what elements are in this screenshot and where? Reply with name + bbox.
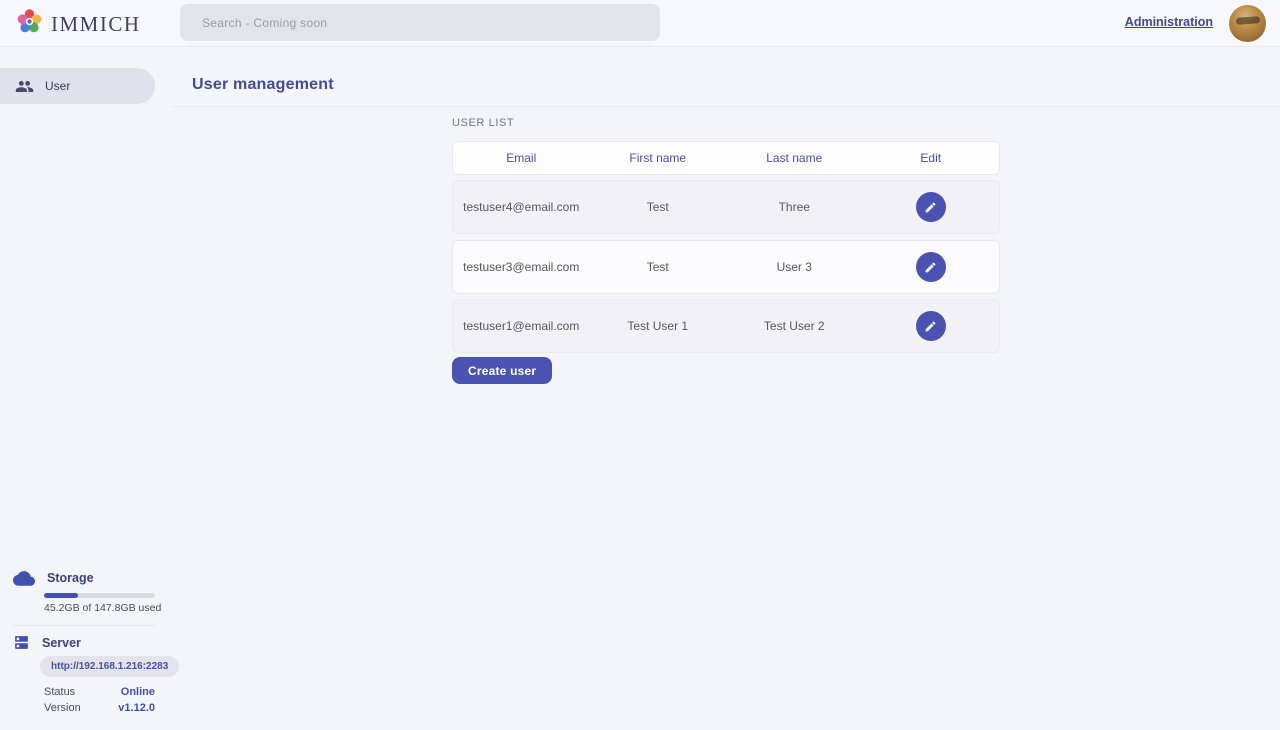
storage-usage-text: 45.2GB of 147.8GB used bbox=[44, 602, 161, 614]
people-icon bbox=[15, 77, 34, 96]
avatar[interactable] bbox=[1229, 5, 1266, 42]
version-label: Version bbox=[44, 702, 81, 714]
storage-progress-fill bbox=[44, 593, 78, 598]
status-value: Online bbox=[121, 686, 155, 698]
edit-user-button[interactable] bbox=[916, 252, 946, 282]
page-title: User management bbox=[192, 76, 334, 94]
immich-flower-icon bbox=[16, 8, 43, 40]
storage-title: Storage bbox=[47, 571, 94, 585]
cell-last-name: Three bbox=[726, 200, 863, 214]
cell-email: testuser1@email.com bbox=[453, 319, 590, 333]
cell-first-name: Test bbox=[590, 260, 727, 274]
header-divider bbox=[171, 106, 1280, 107]
pencil-icon bbox=[924, 320, 937, 333]
cell-last-name: User 3 bbox=[726, 260, 863, 274]
table-row: testuser4@email.com Test Three bbox=[452, 180, 1000, 234]
table-row: testuser1@email.com Test User 1 Test Use… bbox=[452, 299, 1000, 353]
user-list-label: USER LIST bbox=[452, 117, 514, 129]
dns-icon bbox=[13, 634, 30, 651]
column-header-email: Email bbox=[453, 151, 590, 165]
pencil-icon bbox=[924, 201, 937, 214]
cell-last-name: Test User 2 bbox=[726, 319, 863, 333]
cell-email: testuser3@email.com bbox=[453, 260, 590, 274]
status-label: Status bbox=[44, 686, 75, 698]
server-section: Server http://192.168.1.216:2283 Status … bbox=[0, 634, 171, 651]
server-title: Server bbox=[42, 636, 81, 650]
storage-section: Storage 45.2GB of 147.8GB used bbox=[0, 570, 171, 586]
column-header-last-name: Last name bbox=[726, 151, 863, 165]
table-header-row: Email First name Last name Edit bbox=[452, 141, 1000, 175]
create-user-button[interactable]: Create user bbox=[452, 357, 552, 384]
user-table: Email First name Last name Edit testuser… bbox=[452, 141, 1000, 353]
storage-progress-bar bbox=[44, 593, 155, 598]
cell-first-name: Test bbox=[590, 200, 727, 214]
column-header-first-name: First name bbox=[590, 151, 727, 165]
cell-first-name: Test User 1 bbox=[590, 319, 727, 333]
column-header-edit: Edit bbox=[863, 151, 1000, 165]
pencil-icon bbox=[924, 261, 937, 274]
version-value: v1.12.0 bbox=[118, 702, 155, 714]
sidebar-divider bbox=[13, 625, 155, 626]
edit-user-button[interactable] bbox=[916, 192, 946, 222]
top-nav: IMMICH Administration bbox=[0, 0, 1280, 47]
cell-email: testuser4@email.com bbox=[453, 200, 590, 214]
administration-link[interactable]: Administration bbox=[1125, 15, 1213, 29]
cloud-icon bbox=[13, 570, 35, 586]
server-status-row: Status Online bbox=[44, 686, 155, 698]
table-row: testuser3@email.com Test User 3 bbox=[452, 240, 1000, 294]
brand[interactable]: IMMICH bbox=[16, 8, 141, 40]
sidebar-item-user-label: User bbox=[45, 79, 70, 93]
search-input[interactable] bbox=[180, 4, 660, 41]
server-version-row: Version v1.12.0 bbox=[44, 702, 155, 714]
edit-user-button[interactable] bbox=[916, 311, 946, 341]
sidebar-item-user[interactable]: User bbox=[0, 68, 155, 104]
brand-name: IMMICH bbox=[51, 12, 141, 37]
server-url-chip: http://192.168.1.216:2283 bbox=[40, 656, 179, 677]
